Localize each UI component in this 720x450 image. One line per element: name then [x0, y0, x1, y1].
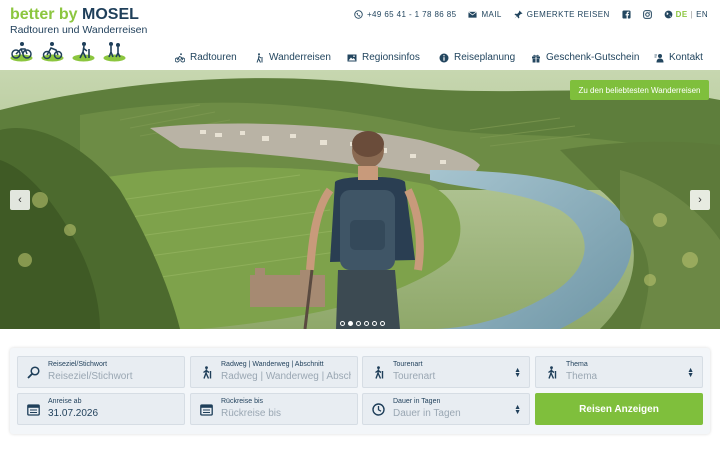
- tour-type-select[interactable]: Tourenart: [393, 371, 521, 382]
- saved-trips-link[interactable]: GEMERKTE REISEN: [514, 10, 610, 19]
- top-bar: +49 65 41 - 1 78 86 85 MAIL GEMERKTE REI…: [354, 10, 708, 19]
- popular-hikes-label: Zu den beliebtesten Wanderreisen: [578, 85, 701, 95]
- facebook-icon[interactable]: [622, 10, 631, 19]
- mountainbike-logo-icon: [41, 42, 64, 62]
- envelope-icon: [468, 11, 478, 18]
- chevron-left-icon: ‹: [18, 194, 22, 206]
- duration-select[interactable]: Dauer in Tagen: [393, 408, 521, 419]
- nav-wanderreisen[interactable]: Wanderreisen: [254, 52, 347, 63]
- route-label: Radweg | Wanderweg | Abschnitt: [221, 361, 324, 368]
- logo-icons: [10, 41, 147, 62]
- hiker-icon: [375, 366, 384, 379]
- phone-icon: [354, 10, 363, 19]
- lang-en[interactable]: EN: [696, 10, 708, 19]
- show-trips-button[interactable]: Reisen Anzeigen: [535, 393, 703, 425]
- lang-separator: |: [690, 10, 694, 19]
- nav-label: Kontakt: [669, 52, 703, 63]
- select-caret-icon: ▲ ▼: [514, 404, 521, 416]
- nav-label: Geschenk-Gutschein: [546, 52, 640, 63]
- nav-gutschein[interactable]: Geschenk-Gutschein: [531, 52, 654, 63]
- logo-title: better by MOSEL: [10, 6, 147, 24]
- theme-select[interactable]: Thema: [566, 371, 694, 382]
- main-nav: Radtouren Wanderreisen Regionsinfos Reis…: [175, 52, 709, 63]
- slider-prev-button[interactable]: ‹: [10, 190, 30, 210]
- nav-label: Regionsinfos: [362, 52, 420, 63]
- duration-label: Dauer in Tagen: [393, 398, 441, 405]
- slider-dots: [340, 321, 385, 326]
- site-logo[interactable]: better by MOSEL Radtouren und Wanderreis…: [10, 6, 147, 62]
- phone-number: +49 65 41 - 1 78 86 85: [366, 10, 457, 19]
- popular-hikes-button[interactable]: Zu den beliebtesten Wanderreisen: [570, 80, 709, 100]
- nav-radtouren[interactable]: Radtouren: [175, 52, 254, 63]
- mail-label: MAIL: [481, 10, 502, 19]
- chevron-right-icon: ›: [698, 194, 702, 206]
- return-field[interactable]: Rückreise bis Rückreise bis: [190, 393, 358, 425]
- logo-mosel: MOSEL: [82, 6, 139, 23]
- theme-field[interactable]: Thema Thema ▲ ▼: [535, 356, 703, 388]
- nav-label: Reiseplanung: [454, 52, 516, 63]
- route-field[interactable]: Radweg | Wanderweg | Abschnitt Radweg | …: [190, 356, 358, 388]
- arrival-field[interactable]: Anreise ab 31.07.2026: [17, 393, 185, 425]
- search-icon: [27, 366, 40, 379]
- phone-link[interactable]: +49 65 41 - 1 78 86 85: [354, 10, 457, 19]
- clock-icon: [372, 403, 385, 416]
- globe-icon: [664, 10, 673, 19]
- pin-icon: [514, 10, 523, 19]
- hiker-logo-icon: [72, 42, 95, 62]
- bike-icon: [175, 52, 185, 62]
- return-input[interactable]: Rückreise bis: [221, 408, 349, 419]
- slider-dot[interactable]: [364, 321, 369, 326]
- theme-label: Thema: [566, 361, 588, 368]
- show-trips-label: Reisen Anzeigen: [579, 403, 659, 415]
- nav-label: Radtouren: [190, 52, 237, 63]
- nav-regionsinfos[interactable]: Regionsinfos: [347, 52, 439, 63]
- nav-kontakt[interactable]: Kontakt: [654, 52, 709, 63]
- slider-dot-active[interactable]: [348, 321, 353, 326]
- tour-type-field[interactable]: Tourenart Tourenart ▲ ▼: [362, 356, 530, 388]
- hero-photo: [0, 70, 720, 329]
- hero-slider: ‹ › Zu den beliebtesten Wanderreisen: [0, 70, 720, 329]
- hiker-icon: [203, 366, 212, 379]
- mail-link[interactable]: MAIL: [468, 10, 501, 19]
- hiker-icon: [256, 52, 263, 63]
- slider-dot[interactable]: [340, 321, 345, 326]
- nav-reiseplanung[interactable]: Reiseplanung: [439, 52, 531, 63]
- lang-de[interactable]: DE: [676, 10, 688, 19]
- group-hike-logo-icon: [103, 42, 126, 62]
- slider-dot[interactable]: [372, 321, 377, 326]
- info-icon: [439, 53, 449, 62]
- destination-input[interactable]: Reiseziel/Stichwort: [48, 371, 176, 382]
- logo-better: better by: [10, 6, 78, 23]
- destination-label: Reiseziel/Stichwort: [48, 361, 108, 368]
- saved-trips-label: GEMERKTE REISEN: [526, 10, 610, 19]
- arrival-label: Anreise ab: [48, 398, 82, 405]
- slider-dot[interactable]: [380, 321, 385, 326]
- tour-type-label: Tourenart: [393, 361, 423, 368]
- contact-icon: [654, 53, 664, 62]
- nav-label: Wanderreisen: [269, 52, 331, 63]
- cyclist-logo-icon: [10, 42, 33, 62]
- duration-field[interactable]: Dauer in Tagen Dauer in Tagen ▲ ▼: [362, 393, 530, 425]
- calendar-icon: [200, 404, 213, 416]
- return-label: Rückreise bis: [221, 398, 264, 405]
- destination-field[interactable]: Reiseziel/Stichwort Reiseziel/Stichwort: [17, 356, 185, 388]
- image-icon: [347, 54, 357, 61]
- slider-dot[interactable]: [356, 321, 361, 326]
- gift-icon: [532, 54, 540, 62]
- arrival-input[interactable]: 31.07.2026: [48, 408, 176, 419]
- calendar-icon: [27, 404, 40, 416]
- site-header: better by MOSEL Radtouren und Wanderreis…: [0, 0, 720, 70]
- select-caret-icon: ▲ ▼: [687, 367, 694, 379]
- language-switcher: DE | EN: [664, 10, 708, 19]
- hiker-icon: [548, 366, 557, 379]
- slider-next-button[interactable]: ›: [690, 190, 710, 210]
- route-input[interactable]: Radweg | Wanderweg | Abschnitt: [221, 371, 351, 382]
- select-caret-icon: ▲ ▼: [514, 367, 521, 379]
- instagram-icon[interactable]: [642, 10, 652, 19]
- logo-subtitle: Radtouren und Wanderreisen: [10, 24, 148, 36]
